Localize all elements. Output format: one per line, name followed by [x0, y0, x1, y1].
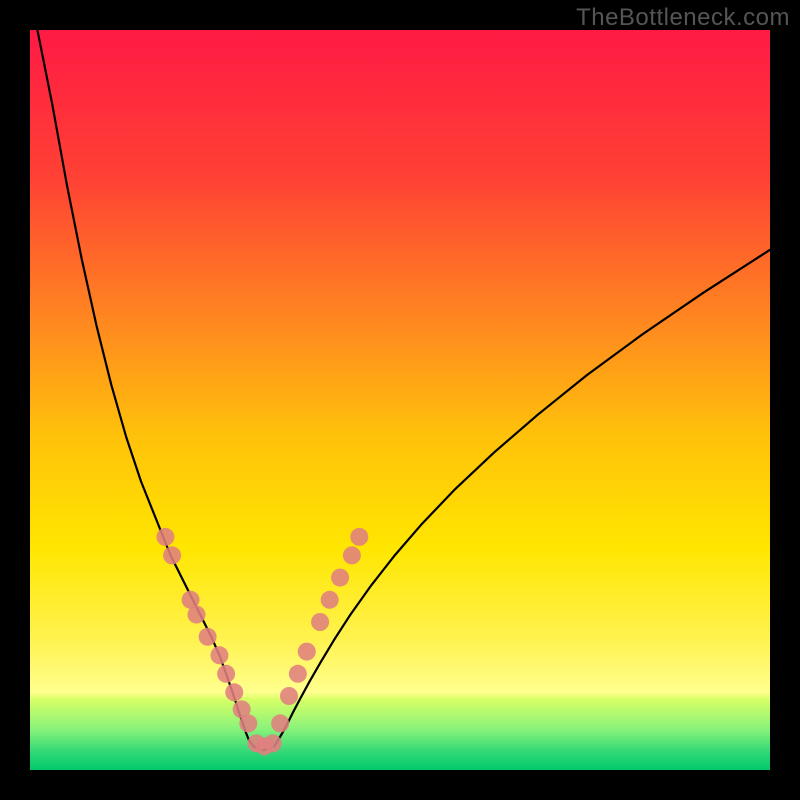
watermark-text: TheBottleneck.com	[576, 4, 790, 32]
marker-left-dots-9	[239, 714, 257, 732]
marker-left-dots-7	[225, 683, 243, 701]
marker-right-dots-5	[321, 591, 339, 609]
marker-left-dots-5	[210, 646, 228, 664]
plot-area	[30, 30, 770, 770]
marker-right-dots-8	[350, 528, 368, 546]
chart-svg	[30, 30, 770, 770]
marker-left-dots-1	[163, 546, 181, 564]
marker-left-dots-3	[188, 606, 206, 624]
marker-right-dots-3	[298, 643, 316, 661]
marker-right-dots-4	[311, 613, 329, 631]
marker-right-dots-1	[280, 687, 298, 705]
marker-right-dots-7	[343, 546, 361, 564]
marker-left-dots-6	[217, 665, 235, 683]
marker-trough-dots-2	[264, 734, 282, 752]
gradient-background	[30, 30, 770, 770]
marker-right-dots-6	[331, 569, 349, 587]
marker-left-dots-0	[156, 528, 174, 546]
marker-right-dots-2	[289, 665, 307, 683]
marker-left-dots-4	[199, 628, 217, 646]
chart-stage: TheBottleneck.com	[0, 0, 800, 800]
marker-right-dots-0	[271, 714, 289, 732]
